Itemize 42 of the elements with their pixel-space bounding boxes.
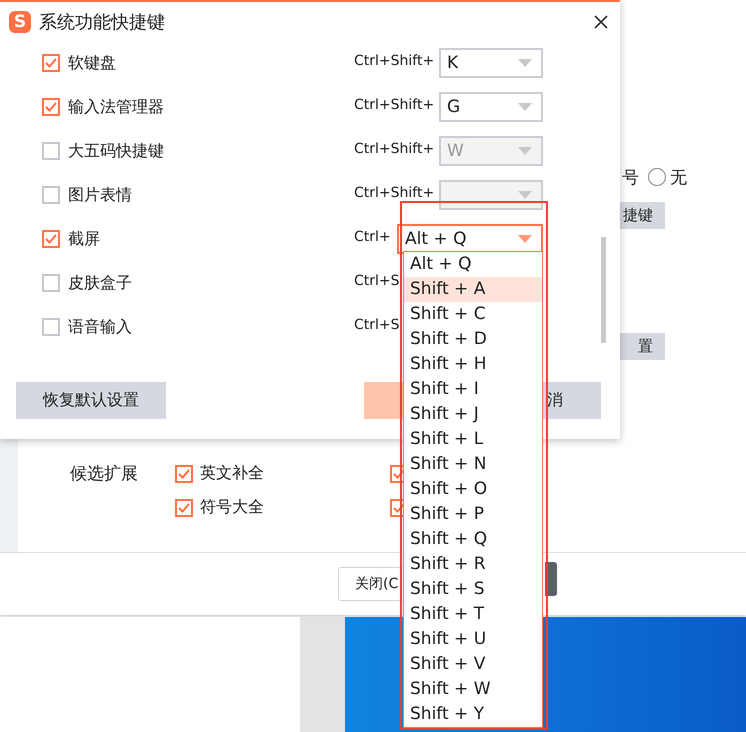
scrollbar[interactable] [601, 237, 606, 343]
checkbox[interactable] [42, 142, 60, 160]
key-prefix: Ctrl+S [354, 273, 400, 289]
checkbox-label: 英文补全 [200, 463, 264, 484]
radio-button[interactable] [648, 168, 666, 186]
shortcut-label: 大五码快捷键 [68, 140, 165, 162]
checkbox[interactable] [175, 464, 193, 482]
dialog-title: 系统功能快捷键 [39, 10, 166, 34]
key-prefix: Ctrl+ [354, 229, 391, 245]
caret-icon [518, 147, 532, 155]
checkbox[interactable] [42, 54, 60, 72]
checkbox-label: 符号大全 [200, 497, 264, 518]
shortcut-label: 图片表情 [68, 184, 133, 206]
key-prefix: Ctrl+Shift+ [354, 97, 434, 113]
checkbox[interactable] [175, 498, 193, 516]
key-prefix: Ctrl+S [354, 317, 400, 333]
key-dropdown[interactable]: K [439, 48, 543, 78]
shortcut-label: 软键盘 [68, 52, 117, 74]
restore-defaults-button[interactable]: 恢复默认设置 [16, 382, 166, 419]
caret-icon [518, 59, 532, 67]
shortcut-label: 语音输入 [68, 316, 133, 338]
app-logo: S [9, 10, 31, 32]
checkbox[interactable] [42, 186, 60, 204]
key-prefix: Ctrl+Shift+ [354, 141, 434, 157]
key-dropdown[interactable]: G [439, 92, 543, 122]
checkbox[interactable] [42, 230, 60, 248]
shortcut-label: 输入法管理器 [68, 96, 165, 118]
checkbox[interactable] [42, 318, 60, 336]
shortcut-label: 截屏 [68, 228, 101, 250]
caret-icon [518, 191, 532, 199]
checkbox[interactable] [42, 98, 60, 116]
shortcut-label: 皮肤盒子 [68, 272, 133, 294]
caret-icon [518, 235, 532, 243]
caret-icon [518, 103, 532, 111]
radio-label: 无 [670, 167, 687, 189]
key-prefix: Ctrl+Shift+ [354, 185, 434, 201]
close-icon[interactable] [594, 14, 608, 28]
checkbox[interactable] [42, 274, 60, 292]
label-fragment: 号 [622, 167, 639, 189]
key-prefix: Ctrl+Shift+ [354, 53, 434, 69]
dropdown-option[interactable]: Shift + A [404, 277, 542, 302]
section-label: 候选扩展 [70, 463, 139, 485]
